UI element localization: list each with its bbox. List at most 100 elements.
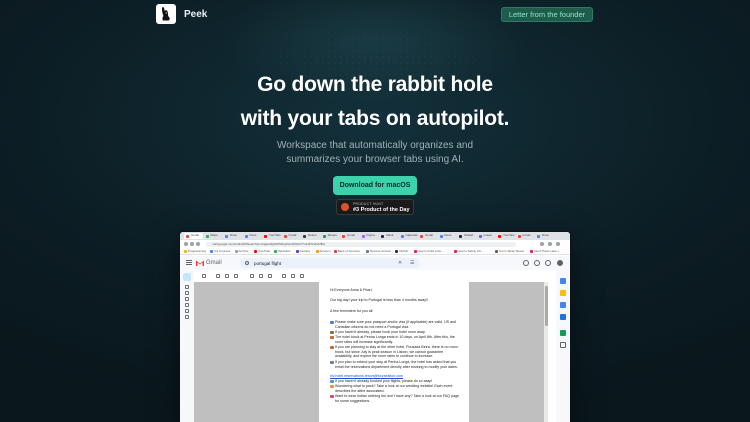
download-macos-button[interactable]: Download for macOS — [333, 176, 417, 195]
help-icon — [523, 260, 529, 266]
tab-favicon-icon — [283, 234, 287, 238]
bookmark-icon — [366, 249, 370, 253]
gmail-right-rail — [556, 270, 570, 422]
bookmark-item[interactable]: Amazon — [315, 249, 331, 253]
browser-tab[interactable]: Gmail — [184, 233, 203, 239]
email-line: Want to wear Indian clothing but don't h… — [330, 394, 460, 403]
bookmark-item[interactable]: YouTube — [254, 249, 270, 253]
bookmarks-bar: Programming CS Courses Archive YouTube Websi… — [180, 248, 570, 255]
product-hunt-badge[interactable]: PRODUCT HUNT #3 Product of the Day — [336, 199, 414, 215]
browser-tab[interactable]: GitHub — [457, 233, 476, 239]
tab-favicon-icon — [322, 234, 326, 238]
email-line: If you haven't already, please book your… — [330, 330, 460, 335]
archive-icon — [216, 274, 220, 278]
browser-tab[interactable]: Slack — [379, 233, 398, 239]
medal-icon — [341, 203, 349, 211]
tab-favicon-icon — [244, 234, 248, 238]
keep-icon — [560, 290, 566, 296]
bookmark-item[interactable]: Archive — [234, 249, 249, 253]
settings-icon — [534, 260, 540, 266]
peek-logo[interactable] — [156, 4, 176, 24]
bookmark-icon — [530, 249, 534, 253]
bookmark-item[interactable]: Github — [395, 249, 408, 253]
product-hunt-label: PRODUCT HUNT — [353, 202, 384, 206]
browser-tab[interactable]: Linear — [477, 233, 496, 239]
bookmark-item[interactable]: Programming — [184, 249, 206, 253]
browser-tab[interactable]: Docs — [243, 233, 262, 239]
gmail-logo-icon — [196, 260, 204, 266]
more-vert-icon — [300, 274, 304, 278]
browser-tab[interactable]: Docs — [438, 233, 457, 239]
browser-tab[interactable]: Notion — [301, 233, 320, 239]
addon-icon — [560, 330, 566, 336]
bookmark-item[interactable]: Websites — [274, 249, 291, 253]
bookmark-item[interactable]: Tom's Meter Reset — [495, 249, 524, 253]
gmail-header: Gmail portugal flight ✕ ☰ — [180, 256, 570, 270]
email-line: The hotel block at Penha Longa ends in 1… — [330, 335, 460, 344]
browser-tab-bar: Gmail Maps Drive Docs YouTube Gmail Notion Shee… — [180, 232, 570, 240]
tab-title: YouTube — [269, 233, 281, 237]
scrollbar[interactable] — [544, 282, 548, 422]
browser-tab[interactable]: Sheets — [321, 233, 340, 239]
letter-from-founder-button[interactable]: Letter from the founder — [501, 7, 593, 22]
browser-tab[interactable]: Maps — [204, 233, 223, 239]
bookmark-item[interactable]: Don't Panic Here i... — [530, 249, 561, 253]
bookmark-item[interactable]: How to Safely Lift... — [453, 249, 483, 253]
bookmark-item[interactable]: Bank of America — [333, 249, 360, 253]
browser-tab[interactable]: Gmail — [282, 233, 301, 239]
browser-tab[interactable]: YouTube — [262, 233, 281, 239]
hotel-icon — [330, 345, 334, 349]
hero-title-line1: Go down the rabbit hole — [257, 73, 493, 96]
tab-favicon-icon — [537, 234, 540, 238]
bookmark-item[interactable]: Fantasy — [295, 249, 310, 253]
browser-tab[interactable]: YouTube — [496, 233, 515, 239]
scrollbar-thumb[interactable] — [544, 286, 548, 326]
browser-tab[interactable]: Figma — [360, 233, 379, 239]
bookmark-icon — [234, 249, 238, 253]
add-icon — [560, 342, 566, 348]
brand-name[interactable]: Peek — [184, 9, 207, 20]
email-line: If you are planning to stay at the other… — [330, 345, 460, 359]
reload-icon — [196, 242, 200, 246]
forward-icon — [190, 242, 194, 246]
bed-icon — [330, 330, 334, 334]
browser-tab[interactable]: Gmail — [516, 233, 535, 239]
hamburger-icon — [186, 260, 192, 265]
tab-title: YouTube — [503, 233, 515, 237]
bookmark-icon — [413, 249, 417, 253]
email-line: A few reminders for you all: — [330, 309, 374, 313]
move-icon — [282, 274, 286, 278]
hero-subtitle-line1: Workspace that automatically organizes a… — [276, 140, 474, 151]
tab-title: Gmail — [347, 233, 355, 237]
email-link[interactable]: hiv.hotel.reservations.resort@fourseaito… — [330, 374, 460, 379]
bookmark-item[interactable]: Remote Access — [366, 249, 391, 253]
bookmark-icon — [395, 249, 399, 253]
tab-title: Notion — [308, 233, 317, 237]
browser-tab[interactable]: Drive — [223, 233, 242, 239]
browser-address-row: mail.google.com/mail/u/0/#search/portuga… — [180, 240, 570, 248]
tab-favicon-icon — [517, 234, 521, 238]
bookmark-item[interactable]: CS Courses — [210, 249, 230, 253]
report-icon — [225, 274, 229, 278]
tab-title: Sheets — [327, 233, 337, 237]
bookmark-item[interactable]: How to build a Ro... — [413, 249, 444, 253]
bookmark-icon — [210, 249, 214, 253]
dress-icon — [330, 394, 334, 398]
email-line: If you haven't already booked your fligh… — [330, 379, 460, 384]
label-icon — [291, 274, 295, 278]
back-icon — [184, 242, 188, 246]
tab-title: Maps — [210, 233, 218, 237]
browser-tab[interactable]: Gmail — [418, 233, 437, 239]
product-screenshot: Gmail Maps Drive Docs YouTube Gmail Notion Shee… — [180, 232, 570, 422]
snooze-icon — [259, 274, 263, 278]
send-icon — [185, 303, 189, 307]
tab-favicon-icon — [400, 234, 404, 238]
browser-tab[interactable]: Calendar — [399, 233, 418, 239]
tab-favicon-icon — [478, 234, 482, 238]
tab-title: Figma — [366, 233, 375, 237]
tab-favicon-icon — [186, 234, 189, 238]
browser-tab[interactable]: Drive — [535, 233, 554, 239]
rabbit-icon — [162, 7, 170, 21]
tab-favicon-icon — [459, 234, 462, 238]
browser-tab[interactable]: Gmail — [340, 233, 359, 239]
